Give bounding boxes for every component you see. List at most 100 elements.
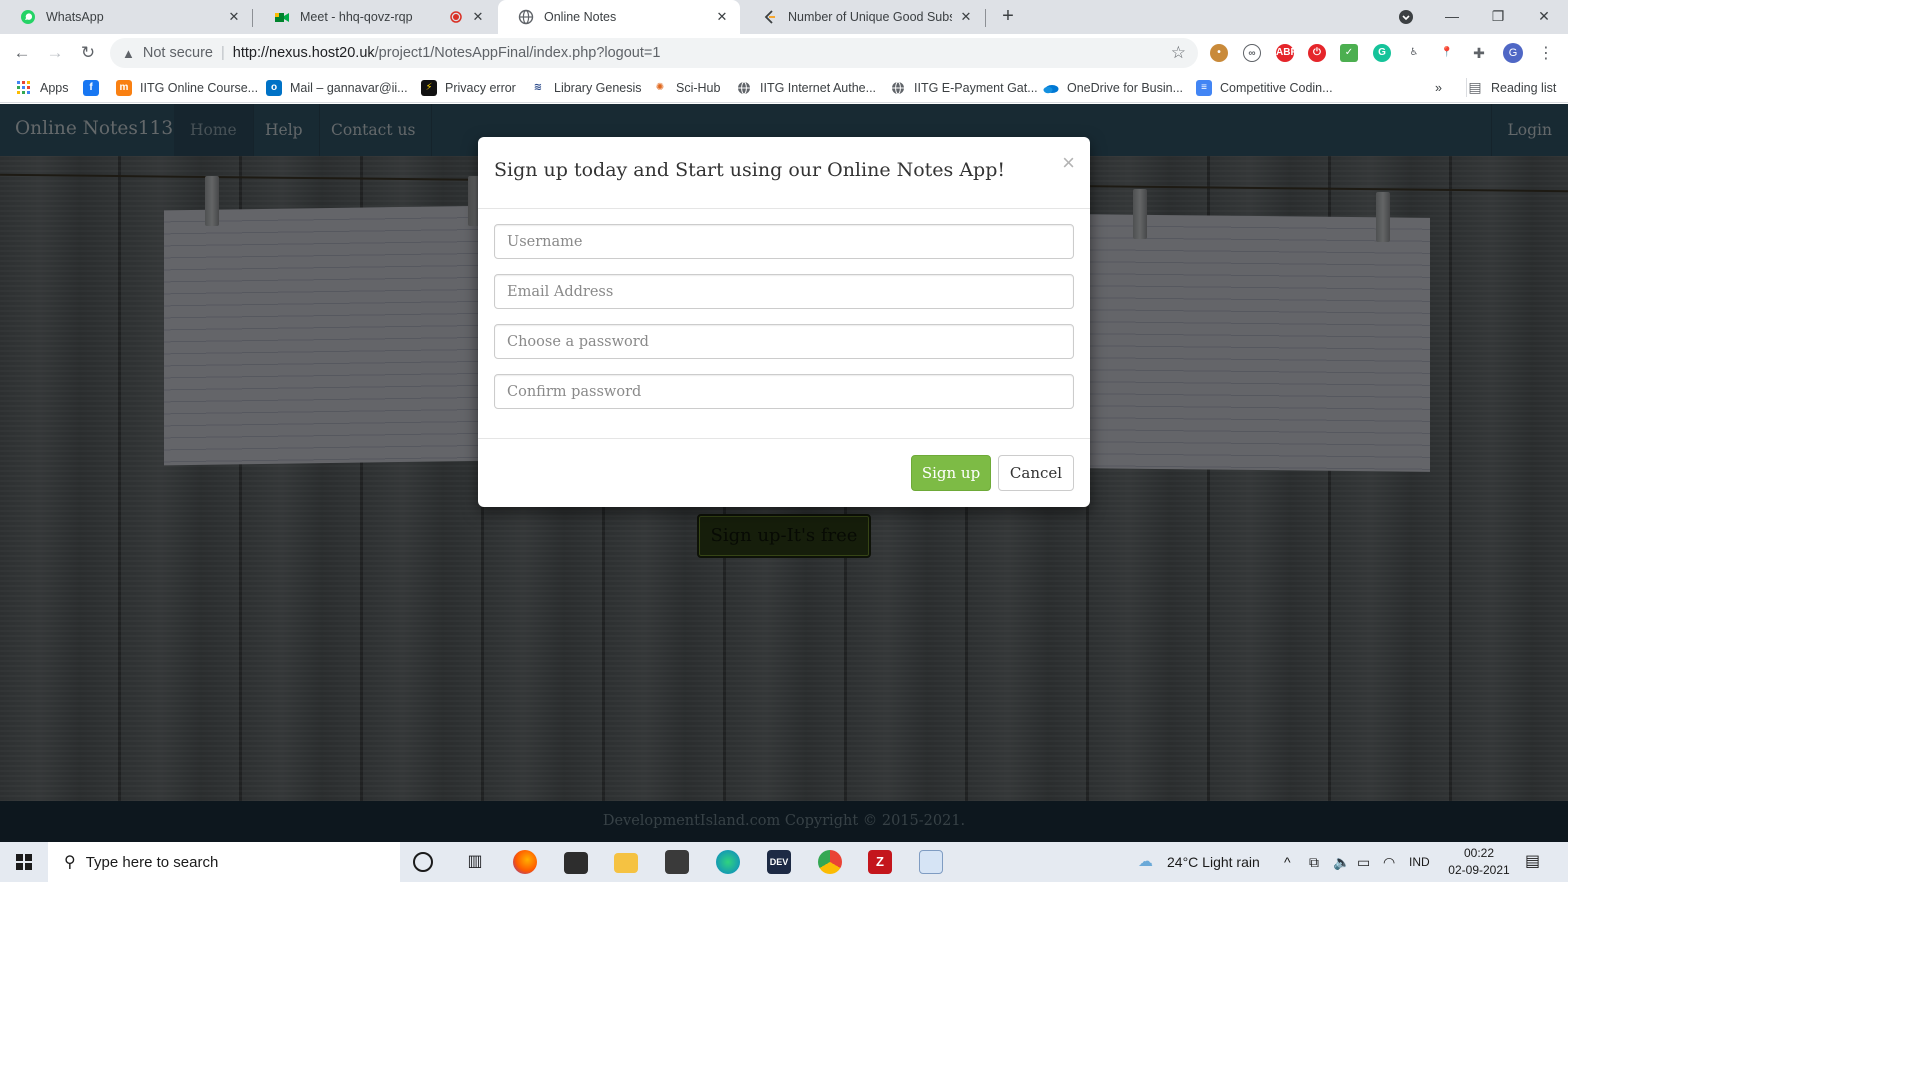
window-close-icon[interactable]: ✕	[1521, 0, 1567, 34]
leetcode-icon	[762, 9, 778, 25]
tab-meet[interactable]: Meet - hhq-qovz-rqp ✕	[254, 0, 496, 34]
input-language[interactable]: IND	[1409, 842, 1430, 882]
bookmark-competitive-coding[interactable]: ≡ Competitive Codin...	[1196, 78, 1333, 97]
tray-chevron-up-icon[interactable]: ^	[1284, 842, 1291, 882]
task-view-icon[interactable]: ▥	[463, 850, 487, 874]
bookmark-onedrive[interactable]: OneDrive for Busin...	[1043, 78, 1183, 97]
signup-modal: Sign up today and Start using our Online…	[478, 137, 1090, 507]
notifications-icon[interactable]: ▤	[1525, 842, 1540, 882]
recording-icon	[448, 9, 464, 25]
bookmarks-overflow-button[interactable]: »	[1435, 78, 1442, 97]
modal-header: Sign up today and Start using our Online…	[478, 137, 1090, 209]
profile-avatar[interactable]: G	[1503, 43, 1523, 63]
meet-now-icon[interactable]: ⧉	[1309, 842, 1319, 882]
password-input[interactable]	[494, 324, 1074, 359]
username-input[interactable]	[494, 224, 1074, 259]
app-m-icon[interactable]	[665, 850, 689, 874]
cancel-button[interactable]: Cancel	[998, 455, 1074, 491]
weather-text[interactable]: 24°C Light rain	[1167, 842, 1260, 882]
tab-search-icon[interactable]	[1383, 0, 1429, 34]
chrome-icon[interactable]	[818, 850, 842, 874]
forward-icon[interactable]: →	[44, 42, 66, 64]
bookmark-iitg-internet-auth[interactable]: IITG Internet Authe...	[736, 78, 876, 97]
docs-icon: ≡	[1196, 79, 1212, 96]
windows-taskbar: ⚲ Type here to search ▥ DEV Z ☁ 24°C Lig…	[0, 842, 1568, 882]
extensions-puzzle-icon[interactable]: ✚	[1470, 44, 1488, 62]
volume-icon[interactable]: 🔈	[1333, 842, 1350, 882]
signup-button[interactable]: Sign up	[911, 455, 991, 491]
filezilla-icon[interactable]: Z	[868, 850, 892, 874]
tab-leetcode[interactable]: Number of Unique Good Subseq ✕	[742, 0, 984, 34]
bookmark-iitg-online-course[interactable]: m IITG Online Course...	[116, 78, 258, 97]
new-tab-button[interactable]: +	[996, 5, 1020, 29]
reload-icon[interactable]: ↻	[77, 42, 99, 64]
email-input[interactable]	[494, 274, 1074, 309]
taskbar-clock[interactable]: 00:22 02-09-2021	[1440, 845, 1518, 879]
bookmark-privacy-error[interactable]: ⚡ Privacy error	[421, 78, 516, 97]
browser-tab-strip: WhatsApp ✕ Meet - hhq-qovz-rqp ✕ Online …	[0, 0, 1568, 34]
scihub-icon: ✺	[652, 79, 668, 96]
close-tab-icon[interactable]: ✕	[714, 9, 730, 25]
firefox-icon[interactable]	[513, 850, 537, 874]
taskbar-search[interactable]: ⚲ Type here to search	[48, 842, 400, 882]
confirm-password-input[interactable]	[494, 374, 1074, 409]
tab-online-notes[interactable]: Online Notes ✕	[498, 0, 740, 34]
tab-title: Meet - hhq-qovz-rqp	[300, 10, 413, 24]
tab-title: WhatsApp	[46, 10, 104, 24]
facebook-icon: f	[83, 79, 99, 96]
tab-title: Number of Unique Good Subseq	[788, 10, 952, 24]
search-icon: ⚲	[64, 854, 76, 871]
globe-icon	[518, 9, 534, 25]
whatsapp-icon	[20, 9, 36, 25]
accessibility-icon[interactable]: ♿	[1405, 44, 1423, 62]
modal-title: Sign up today and Start using our Online…	[494, 159, 1006, 181]
menu-kebab-icon[interactable]: ⋮	[1538, 43, 1554, 63]
store-icon[interactable]	[564, 852, 588, 874]
bookmark-star-icon[interactable]: ☆	[1171, 43, 1186, 63]
file-explorer-icon[interactable]	[614, 853, 638, 873]
close-tab-icon[interactable]: ✕	[470, 9, 486, 25]
bookmark-facebook[interactable]: f	[83, 78, 107, 97]
clock-date: 02-09-2021	[1448, 863, 1510, 877]
battery-icon[interactable]: ▭	[1357, 842, 1370, 882]
close-icon[interactable]: ×	[1062, 150, 1075, 176]
bookmark-iitg-epayment[interactable]: IITG E-Payment Gat...	[890, 78, 1038, 97]
paint-icon[interactable]	[919, 850, 943, 874]
power-extension-icon[interactable]: ⏻	[1308, 44, 1326, 62]
edge-icon[interactable]	[716, 850, 740, 874]
modal-body	[478, 209, 1090, 439]
url-path: /project1/NotesAppFinal/index.php?logout…	[374, 45, 661, 61]
reading-list-button[interactable]: ▤ Reading list	[1466, 78, 1556, 97]
minimize-icon[interactable]: —	[1429, 0, 1475, 34]
onedrive-icon	[1043, 80, 1059, 96]
check-extension-icon[interactable]: ✓	[1340, 44, 1358, 62]
bookmark-library-genesis[interactable]: ≋ Library Genesis	[530, 78, 642, 97]
cookie-extension-icon[interactable]: •	[1210, 44, 1228, 62]
bookmark-sci-hub[interactable]: ✺ Sci-Hub	[652, 78, 720, 97]
weather-icon[interactable]: ☁	[1138, 842, 1153, 882]
tab-whatsapp[interactable]: WhatsApp ✕	[0, 0, 252, 34]
dev-app-icon[interactable]: DEV	[767, 850, 791, 874]
extension-icon[interactable]: ∞	[1243, 44, 1261, 62]
location-pin-icon[interactable]: 📍	[1438, 44, 1456, 62]
moodle-icon: m	[116, 79, 132, 96]
address-bar[interactable]: ▲ Not secure | http://nexus.host20.uk/pr…	[110, 38, 1198, 68]
security-status[interactable]: Not secure	[143, 45, 213, 61]
adblock-icon[interactable]: ABP	[1276, 44, 1297, 62]
bookmark-apps[interactable]: Apps	[16, 78, 69, 97]
back-icon[interactable]: ←	[11, 42, 33, 64]
bookmark-mail[interactable]: o Mail – gannavar@ii...	[266, 78, 408, 97]
cortana-icon[interactable]	[413, 852, 433, 872]
restore-icon[interactable]: ❐	[1475, 0, 1521, 34]
outlook-icon: o	[266, 79, 282, 96]
close-tab-icon[interactable]: ✕	[226, 9, 242, 25]
search-placeholder: Type here to search	[85, 853, 219, 871]
windows-start-icon[interactable]	[16, 854, 32, 870]
close-tab-icon[interactable]: ✕	[958, 9, 974, 25]
warning-icon[interactable]: ▲	[122, 46, 135, 61]
wifi-icon[interactable]: ◠	[1383, 842, 1395, 882]
bookmarks-bar: Apps f m IITG Online Course... o Mail – …	[0, 72, 1568, 103]
grammarly-icon[interactable]: G	[1373, 44, 1391, 62]
libgen-icon: ≋	[530, 79, 546, 96]
apps-grid-icon	[16, 80, 32, 96]
